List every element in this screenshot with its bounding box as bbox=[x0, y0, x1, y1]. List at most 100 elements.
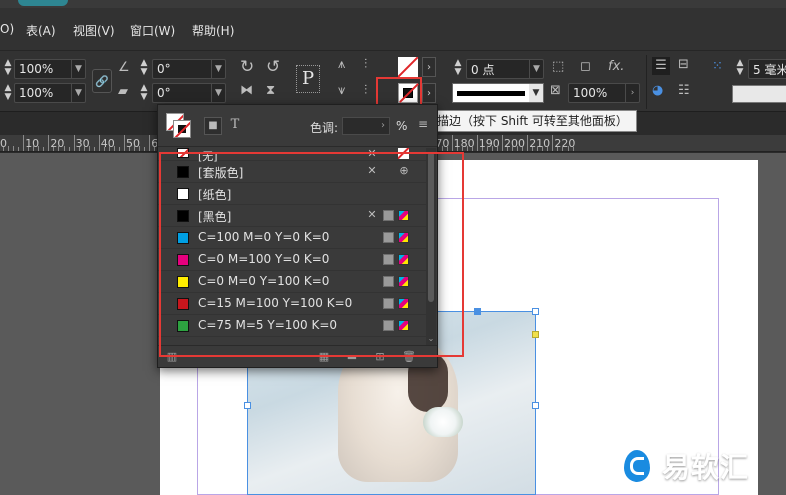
rotate-field[interactable]: 0° ▼ bbox=[152, 59, 226, 79]
chevron-down-icon[interactable]: ▼ bbox=[211, 60, 225, 78]
swatch-list-highlight-box bbox=[159, 152, 464, 357]
frame-corner-options-handle[interactable] bbox=[532, 331, 539, 338]
title-strip bbox=[0, 0, 786, 8]
rotate-value: 0° bbox=[157, 62, 171, 76]
ruler-minor-tick bbox=[532, 147, 534, 151]
frame-handle-top-right[interactable] bbox=[532, 308, 539, 315]
ruler-minor-tick bbox=[461, 146, 463, 151]
ruler-major-tick bbox=[527, 135, 529, 151]
tint-field[interactable]: › bbox=[342, 117, 390, 135]
stroke-swatch-chevron-icon[interactable]: › bbox=[422, 83, 436, 103]
ruler-minor-tick bbox=[507, 147, 509, 151]
menu-help[interactable]: 帮助(H) bbox=[192, 22, 234, 39]
fill-swatch-chevron-icon[interactable]: › bbox=[422, 57, 436, 77]
measure-field[interactable]: 5 毫米 bbox=[748, 59, 786, 79]
stroke-weight-value: 0 点 bbox=[471, 62, 495, 77]
scale-y-value: 100% bbox=[19, 86, 54, 100]
scale-x-stepper[interactable]: ▲ ▼ bbox=[2, 59, 14, 79]
distribute-icon[interactable]: ⩛ bbox=[338, 83, 345, 98]
chevron-down-icon[interactable]: ▼ bbox=[71, 60, 85, 78]
chevron-down-icon[interactable]: ▼ bbox=[211, 84, 225, 102]
chevron-down-icon[interactable]: ▼ bbox=[71, 84, 85, 102]
ruler-minor-tick bbox=[78, 147, 80, 151]
ruler-minor-tick bbox=[572, 147, 574, 151]
ruler-minor-tick bbox=[481, 147, 483, 151]
ruler-minor-tick bbox=[542, 146, 544, 151]
align-middle-icon[interactable]: ⫶ bbox=[364, 57, 367, 72]
ruler-major-tick bbox=[48, 135, 50, 151]
ruler-minor-tick bbox=[154, 147, 156, 151]
frame-handle-middle-left[interactable] bbox=[244, 402, 251, 409]
rotate-ccw-icon[interactable]: ↺ bbox=[266, 57, 280, 77]
scale-y-field[interactable]: 100% ▼ bbox=[14, 83, 86, 103]
ruler-minor-tick bbox=[486, 146, 488, 151]
frame-handle-top-center[interactable] bbox=[474, 308, 481, 315]
ruler-minor-tick bbox=[547, 147, 549, 151]
ruler-major-tick bbox=[23, 135, 25, 151]
ruler-minor-tick bbox=[33, 146, 35, 151]
menu-view[interactable]: 视图(V) bbox=[73, 22, 115, 39]
logo-text: 易软汇 bbox=[662, 451, 750, 484]
menu-object[interactable]: O) bbox=[0, 22, 14, 36]
ruler-minor-tick bbox=[557, 147, 559, 151]
menu-table[interactable]: 表(A) bbox=[26, 22, 56, 39]
chevron-down-icon[interactable]: ▼ bbox=[529, 60, 543, 78]
measure-stepper[interactable]: ▲ ▼ bbox=[734, 59, 746, 79]
opacity-value: 100% bbox=[573, 86, 608, 100]
scale-x-field[interactable]: 100% ▼ bbox=[14, 59, 86, 79]
formatting-container-icon[interactable]: ■ bbox=[204, 117, 222, 135]
ruler-minor-tick bbox=[28, 147, 30, 151]
ruler-minor-tick bbox=[441, 146, 443, 151]
wrap-jump-icon[interactable]: ☷ bbox=[678, 83, 690, 98]
drop-shadow-icon[interactable]: ◻ bbox=[580, 59, 591, 74]
ruler-minor-tick bbox=[446, 147, 448, 151]
stroke-weight-field[interactable]: 0 点 ▼ bbox=[466, 59, 544, 79]
ruler-minor-tick bbox=[134, 146, 136, 151]
menu-window[interactable]: 窗口(W) bbox=[130, 22, 175, 39]
flip-horizontal-icon[interactable]: ⧓ bbox=[240, 83, 253, 98]
ruler-minor-tick bbox=[139, 146, 141, 151]
rotate-stepper[interactable]: ▲ ▼ bbox=[138, 59, 150, 79]
shear-field[interactable]: 0° ▼ bbox=[152, 83, 226, 103]
control-bar: ▲ ▼ 100% ▼ ▲ ▼ 100% ▼ 🔗 ∠ ▲ ▼ 0° ▼ ▰ ▲ ▼ 0° … bbox=[0, 50, 786, 112]
constrain-proportions-link-icon[interactable]: 🔗 bbox=[92, 69, 112, 93]
ruler-minor-tick bbox=[471, 147, 473, 151]
opacity-field[interactable]: 100% › bbox=[568, 83, 640, 103]
fill-swatch-none[interactable] bbox=[398, 57, 418, 77]
text-frame-options-icon[interactable]: P bbox=[296, 65, 320, 93]
scale-y-stepper[interactable]: ▲ ▼ bbox=[2, 84, 14, 104]
align-top-icon[interactable]: ⩚ bbox=[338, 57, 345, 72]
formatting-text-icon[interactable]: T bbox=[226, 117, 244, 135]
ruler-minor-tick bbox=[63, 146, 65, 151]
ruler-minor-tick bbox=[491, 146, 493, 151]
panel-menu-icon[interactable]: ≡ bbox=[418, 117, 428, 131]
ruler-minor-tick bbox=[567, 146, 569, 151]
effects-fx-icon[interactable]: fx. bbox=[608, 59, 624, 74]
flip-vertical-icon[interactable]: ⧗ bbox=[266, 83, 275, 98]
fill-stroke-proxy-icon[interactable] bbox=[166, 113, 192, 139]
rotate-cw-icon[interactable]: ↻ bbox=[240, 57, 254, 77]
ruler-minor-tick bbox=[496, 147, 498, 151]
ruler-minor-tick bbox=[517, 146, 519, 151]
ruler-minor-tick bbox=[113, 146, 115, 151]
frame-fitting-icon[interactable]: ⬚ bbox=[552, 59, 564, 74]
grid-settings-icon[interactable]: ⁙ bbox=[712, 59, 723, 74]
wrap-bounding-icon[interactable]: ⊟ bbox=[678, 57, 689, 72]
ruler-major-tick bbox=[98, 135, 100, 151]
distribute-center-icon[interactable]: ⫶ bbox=[364, 83, 367, 98]
frame-handle-middle-right[interactable] bbox=[532, 402, 539, 409]
wrap-object-icon[interactable]: ◕ bbox=[652, 83, 663, 98]
ruler-minor-tick bbox=[103, 147, 105, 151]
ruler-major-tick bbox=[451, 135, 453, 151]
ruler-minor-tick bbox=[144, 147, 146, 151]
ruler-minor-tick bbox=[522, 147, 524, 151]
wrap-none-icon[interactable]: ☰ bbox=[652, 57, 670, 75]
ruler-minor-tick bbox=[118, 147, 120, 151]
chevron-right-icon[interactable]: › bbox=[625, 84, 639, 102]
shear-stepper[interactable]: ▲ ▼ bbox=[138, 84, 150, 104]
object-style-select[interactable] bbox=[732, 85, 786, 103]
stroke-weight-stepper[interactable]: ▲ ▼ bbox=[452, 59, 464, 79]
stroke-type-select[interactable]: ▼ bbox=[452, 83, 544, 103]
ruler-minor-tick bbox=[38, 146, 40, 151]
logo-icon bbox=[620, 448, 656, 484]
